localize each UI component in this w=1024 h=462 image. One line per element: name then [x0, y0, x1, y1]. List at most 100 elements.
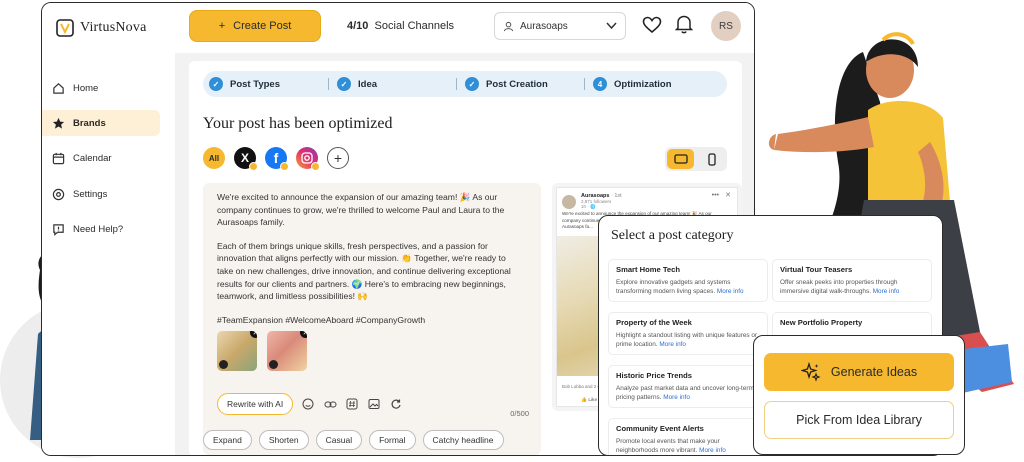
close-icon[interactable]: ✕: [725, 191, 731, 199]
post-editor[interactable]: We're excited to announce the expansion …: [203, 183, 541, 455]
idea-actions-card: Generate Ideas Pick From Idea Library: [753, 335, 965, 455]
instagram-glyph: [301, 152, 313, 164]
sidebar-item-label: Need Help?: [73, 223, 124, 235]
category-card-item[interactable]: Virtual Tour Teasers Offer sneak peeks i…: [773, 260, 931, 301]
step-idea[interactable]: ✓ Idea: [337, 77, 465, 91]
create-post-label: Create Post: [233, 20, 292, 32]
editor-toolbar: Rewrite with AI: [217, 393, 403, 415]
user-icon: [503, 21, 514, 31]
post-paragraph: Each of them brings unique skills, fresh…: [217, 240, 511, 302]
post-text[interactable]: We're excited to announce the expansion …: [217, 191, 517, 337]
mobile-icon: [707, 152, 716, 166]
channel-all-chip[interactable]: All: [203, 147, 225, 169]
user-avatar[interactable]: RS: [711, 11, 741, 41]
instagram-icon[interactable]: [296, 147, 320, 171]
preview-like-button[interactable]: 👍 Like: [581, 398, 597, 403]
sidebar-item-label: Calendar: [73, 152, 112, 164]
more-info-link[interactable]: More info: [699, 447, 726, 454]
category-title: Smart Home Tech: [616, 265, 681, 274]
more-info-link[interactable]: More info: [717, 288, 744, 295]
heart-icon[interactable]: [642, 15, 662, 35]
step-post-creation[interactable]: ✓ Post Creation: [465, 77, 593, 91]
desktop-icon: [673, 154, 688, 164]
sidebar: Home Brands Calendar Settings Need Help?: [42, 53, 174, 455]
sidebar-item-home[interactable]: Home: [42, 75, 160, 101]
more-info-link[interactable]: More info: [659, 341, 686, 348]
sidebar-item-label: Settings: [73, 188, 108, 200]
sidebar-item-settings[interactable]: Settings: [42, 181, 160, 207]
sidebar-item-brands[interactable]: Brands: [42, 110, 160, 136]
sidebar-item-label: Home: [73, 82, 99, 94]
category-description: Promote local events that make your neig…: [616, 438, 760, 455]
page-title: Your post has been optimized: [203, 115, 393, 132]
chevron-down-icon: [606, 22, 617, 30]
casual-button[interactable]: Casual: [315, 430, 363, 450]
step-post-types[interactable]: ✓ Post Types: [209, 77, 337, 91]
sidebar-item-calendar[interactable]: Calendar: [42, 145, 160, 171]
formal-button[interactable]: Formal: [369, 430, 416, 450]
category-card-item[interactable]: Historic Price Trends Analyze past marke…: [609, 366, 767, 407]
social-channels-count: 4/10 Social Channels: [347, 20, 454, 32]
image-icon[interactable]: [367, 397, 381, 411]
pick-from-library-button[interactable]: Pick From Idea Library: [764, 401, 954, 439]
edit-media-icon[interactable]: [219, 360, 228, 369]
category-card-item[interactable]: Property of the Week Highlight a standou…: [609, 313, 767, 354]
post-hashtags: #TeamExpansion #WelcomeAboard #CompanyGr…: [217, 314, 426, 325]
step-number: 4: [593, 77, 607, 91]
x-twitter-icon[interactable]: X: [234, 147, 258, 171]
media-thumbnail[interactable]: ✕: [217, 331, 257, 371]
more-info-link[interactable]: More info: [663, 394, 690, 401]
category-title: Virtual Tour Teasers: [780, 265, 853, 274]
edit-media-icon[interactable]: [269, 360, 278, 369]
post-paragraph: We're excited to announce the expansion …: [217, 192, 505, 228]
remove-media-icon[interactable]: ✕: [300, 331, 307, 338]
shorten-button[interactable]: Shorten: [258, 430, 309, 450]
category-card-item[interactable]: Smart Home Tech Explore innovative gadge…: [609, 260, 767, 301]
hashtag-icon[interactable]: [345, 397, 359, 411]
category-title: Property of the Week: [616, 318, 692, 327]
preview-time: · 1st: [610, 193, 622, 199]
character-counter: 0/500: [510, 409, 529, 418]
category-description: Analyze past market data and uncover lon…: [616, 385, 760, 402]
step-label: Idea: [358, 78, 378, 90]
rewrite-with-ai-button[interactable]: Rewrite with AI: [217, 393, 294, 415]
category-card-item[interactable]: Community Event Alerts Promote local eve…: [609, 419, 767, 455]
preview-age: 1h · 🌐: [581, 204, 596, 209]
step-optimization[interactable]: 4 Optimization: [593, 77, 721, 91]
emoji-icon[interactable]: [301, 397, 315, 411]
generate-ideas-button[interactable]: Generate Ideas: [764, 353, 954, 391]
desktop-view-button[interactable]: [667, 149, 694, 169]
mobile-view-button[interactable]: [698, 149, 725, 169]
facebook-icon[interactable]: f: [265, 147, 289, 171]
expand-button[interactable]: Expand: [203, 430, 252, 450]
add-channel-button[interactable]: +: [327, 147, 349, 169]
media-thumbnail[interactable]: ✕: [267, 331, 307, 371]
step-divider: [456, 78, 457, 90]
more-info-link[interactable]: More info: [873, 288, 900, 295]
bell-icon[interactable]: [675, 14, 693, 34]
more-options-icon[interactable]: •••: [712, 192, 719, 199]
step-label: Optimization: [614, 78, 672, 90]
sidebar-item-help[interactable]: Need Help?: [42, 216, 160, 242]
brand-logo[interactable]: VirtusNova: [56, 19, 146, 37]
sidebar-item-label: Brands: [73, 117, 106, 129]
top-bar: VirtusNova + Create Post 4/10 Social Cha…: [42, 3, 754, 53]
category-description: Offer sneak peeks into properties throug…: [780, 279, 924, 296]
link-icon[interactable]: [323, 397, 337, 411]
virtusnova-logo-icon: [56, 19, 74, 37]
account-selector[interactable]: Aurasoaps: [494, 12, 626, 40]
sparkles-icon: [800, 362, 821, 382]
create-post-button[interactable]: + Create Post: [189, 10, 321, 42]
description-text: Highlight a standout listing with unique…: [616, 332, 758, 348]
step-divider: [328, 78, 329, 90]
regenerate-icon[interactable]: [389, 397, 403, 411]
catchy-headline-button[interactable]: Catchy headline: [422, 430, 504, 450]
remove-media-icon[interactable]: ✕: [250, 331, 257, 338]
preview-like-label: Like: [588, 398, 598, 403]
generate-ideas-label: Generate Ideas: [830, 365, 918, 379]
home-icon: [53, 82, 64, 94]
check-icon: ✓: [337, 77, 351, 91]
calendar-icon: [52, 152, 65, 164]
account-name: Aurasoaps: [520, 20, 568, 32]
channels-label: Social Channels: [374, 20, 455, 32]
